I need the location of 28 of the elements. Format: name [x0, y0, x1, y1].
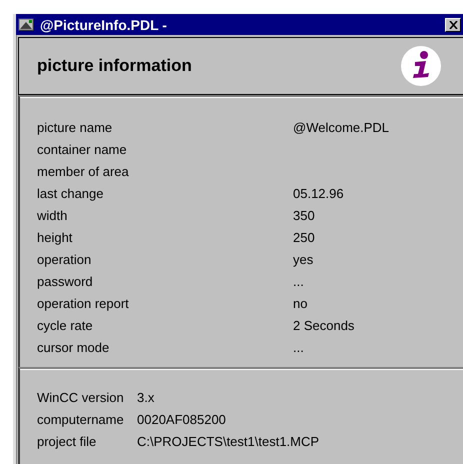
- property-label: picture name: [37, 119, 114, 137]
- property-label: cursor mode: [37, 339, 110, 357]
- property-label: last change: [37, 185, 104, 203]
- property-value: 250: [293, 229, 316, 247]
- property-label: computername: [37, 411, 125, 429]
- property-value: @Welcome.PDL: [293, 119, 390, 137]
- property-label: member of area: [37, 163, 130, 181]
- property-value: no: [293, 295, 308, 313]
- property-label: height: [37, 229, 74, 247]
- property-value: 2 Seconds: [293, 317, 356, 335]
- property-label: width: [37, 207, 68, 225]
- property-value: 350: [293, 207, 316, 225]
- property-label: container name: [37, 141, 128, 159]
- property-label: cycle rate: [37, 317, 94, 335]
- window-title: @PictureInfo.PDL -: [40, 16, 168, 32]
- property-value: yes: [293, 251, 314, 269]
- property-value: C:\PROJECTS\test1\test1.MCP: [137, 433, 320, 451]
- property-value: 3.x: [137, 389, 156, 407]
- property-label: WinCC version: [37, 389, 125, 407]
- property-label: operation: [37, 251, 92, 269]
- property-label: project file: [37, 433, 98, 451]
- header-title: picture information: [37, 56, 192, 76]
- property-value: ...: [293, 339, 305, 357]
- property-value: 0020AF085200: [137, 411, 227, 429]
- property-value: 05.12.96: [293, 185, 345, 203]
- property-label: password: [37, 273, 94, 291]
- property-label: operation report: [37, 295, 130, 313]
- property-value: ...: [293, 273, 305, 291]
